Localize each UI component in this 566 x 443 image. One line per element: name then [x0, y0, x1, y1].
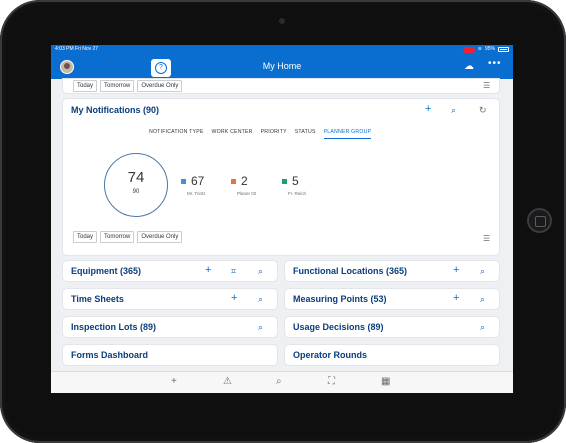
notification-tabs: NOTIFICATION TYPE WORK CENTER PRIORITY S… — [149, 129, 372, 139]
stat-label: Planer 02 — [237, 191, 257, 196]
filter-overdue[interactable]: Overdue Only — [137, 231, 183, 243]
add-icon[interactable]: + — [205, 265, 211, 276]
add-icon[interactable]: + — [231, 293, 237, 304]
bottom-toolbar: + ⚠ ⌕ ⛶ ▦ — [51, 371, 513, 393]
battery-percent: 95% — [484, 46, 495, 52]
refresh-icon[interactable]: ↻ — [479, 105, 487, 116]
usage-decisions-tile[interactable]: Usage Decisions (89) ⌕ — [285, 317, 499, 337]
page-title: My Home — [262, 61, 302, 71]
question-circle-icon: ? — [155, 62, 167, 74]
stat-dot — [181, 179, 186, 184]
stat-dot — [231, 179, 236, 184]
search-icon[interactable]: ⌕ — [480, 266, 485, 277]
search-icon[interactable]: ⌕ — [258, 266, 263, 277]
inspection-lots-title: Inspection Lots (89) — [71, 322, 157, 332]
more-icon[interactable]: ••• — [488, 59, 502, 69]
total-value: 74 — [127, 169, 145, 186]
equipment-title: Equipment (365) — [71, 266, 142, 276]
search-icon[interactable]: ⌕ — [258, 322, 263, 333]
wifi-icon: ≋ — [477, 46, 482, 52]
inspection-lots-tile[interactable]: Inspection Lots (89) ⌕ — [63, 317, 277, 337]
top-filter-row: Today Tomorrow Overdue Only — [73, 80, 183, 92]
tab-work-center[interactable]: WORK CENTER — [212, 129, 253, 139]
status-bar: 4:03 PM Fri Nov 27 ≋ 95% — [51, 45, 513, 54]
measuring-points-title: Measuring Points (53) — [293, 294, 387, 304]
total-sub: 90 — [132, 189, 140, 195]
search-icon[interactable]: ⌕ — [258, 294, 263, 305]
add-icon[interactable]: + — [453, 265, 459, 276]
operator-rounds-title: Operator Rounds — [293, 350, 368, 360]
app-screen: 4:03 PM Fri Nov 27 ≋ 95% My Home ? ☁ ••• — [51, 45, 513, 393]
filter-today[interactable]: Today — [73, 80, 98, 92]
search-icon[interactable]: ⌕ — [480, 322, 485, 333]
time-sheets-title: Time Sheets — [71, 294, 124, 304]
measuring-points-tile[interactable]: Measuring Points (53) + ⌕ — [285, 289, 499, 309]
search-icon[interactable]: ⌕ — [480, 294, 485, 305]
time-sheets-tile[interactable]: Time Sheets + ⌕ — [63, 289, 277, 309]
previous-card: Today Tomorrow Overdue Only ☰ — [63, 79, 499, 93]
filter-overdue[interactable]: Overdue Only — [137, 80, 183, 92]
add-icon[interactable]: + — [453, 293, 459, 304]
map-icon[interactable]: ⛶ — [328, 377, 335, 387]
filter-tomorrow[interactable]: Tomorrow — [100, 231, 135, 243]
settings-sliders-icon[interactable]: ☰ — [483, 81, 490, 90]
add-icon[interactable]: + — [425, 104, 431, 115]
status-right: ≋ 95% — [462, 45, 509, 54]
stat-label: Fr. Reich — [288, 191, 307, 196]
scan-icon[interactable]: ⌗ — [231, 266, 236, 277]
content-area: Today Tomorrow Overdue Only ☰ My Notific… — [51, 79, 513, 371]
ipad-frame: 4:03 PM Fri Nov 27 ≋ 95% My Home ? ☁ ••• — [0, 0, 566, 443]
recording-icon — [462, 47, 475, 53]
stat-label: Mr. Trintz — [187, 191, 206, 196]
grid-icon[interactable]: ▦ — [381, 377, 390, 387]
notifications-card: My Notifications (90) + ⌕ ↻ NOTIFICATION… — [63, 99, 499, 255]
tab-priority[interactable]: PRIORITY — [261, 129, 287, 139]
settings-sliders-icon[interactable]: ☰ — [483, 234, 490, 243]
search-icon[interactable]: ⌕ — [276, 377, 282, 387]
cloud-sync-icon[interactable]: ☁ — [464, 62, 474, 72]
stat-dot — [282, 179, 287, 184]
camera — [279, 18, 285, 24]
tab-notification-type[interactable]: NOTIFICATION TYPE — [149, 129, 204, 139]
functional-locations-tile[interactable]: Functional Locations (365) + ⌕ — [285, 261, 499, 281]
tab-planner-group[interactable]: PLANNER GROUP — [323, 129, 372, 139]
equipment-tile[interactable]: Equipment (365) + ⌗ ⌕ — [63, 261, 277, 281]
search-icon[interactable]: ⌕ — [451, 105, 456, 116]
alert-icon[interactable]: ⚠ — [223, 377, 232, 387]
notification-filter-row: Today Tomorrow Overdue Only — [73, 231, 183, 243]
nav-bar: My Home ? ☁ ••• — [51, 54, 513, 79]
filter-today[interactable]: Today — [73, 231, 98, 243]
add-icon[interactable]: + — [171, 377, 177, 387]
operator-rounds-tile[interactable]: Operator Rounds — [285, 345, 499, 365]
tab-status[interactable]: STATUS — [295, 129, 316, 139]
stat-value: 67 — [191, 174, 205, 188]
home-button[interactable] — [527, 208, 552, 233]
total-ring: 74 90 — [104, 153, 168, 217]
notifications-title[interactable]: My Notifications (90) — [71, 105, 159, 115]
avatar[interactable] — [60, 60, 74, 74]
forms-dashboard-tile[interactable]: Forms Dashboard — [63, 345, 277, 365]
functional-locations-title: Functional Locations (365) — [293, 266, 408, 276]
stat-value: 2 — [241, 174, 248, 188]
status-time: 4:03 PM Fri Nov 27 — [55, 46, 99, 52]
battery-icon — [498, 47, 509, 52]
filter-tomorrow[interactable]: Tomorrow — [100, 80, 135, 92]
usage-decisions-title: Usage Decisions (89) — [293, 322, 384, 332]
stat-value: 5 — [292, 174, 299, 188]
forms-dashboard-title: Forms Dashboard — [71, 350, 149, 360]
help-button[interactable]: ? — [151, 59, 171, 77]
